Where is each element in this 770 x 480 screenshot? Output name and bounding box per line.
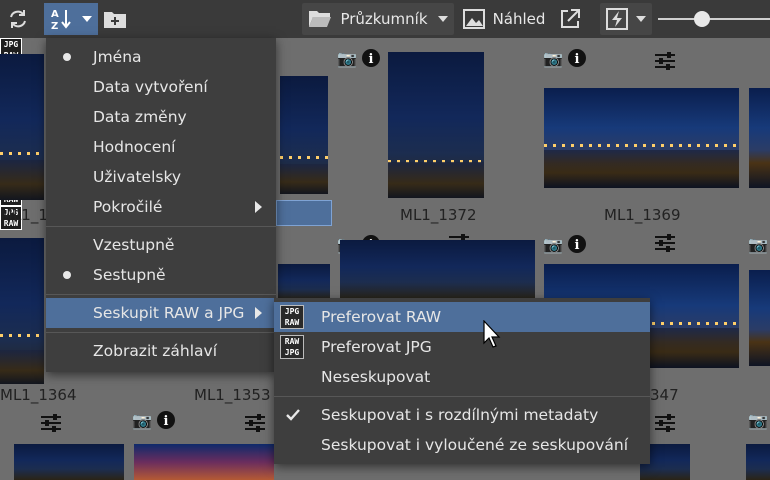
thumbnail-caption: 347 [650, 386, 679, 404]
folder-open-icon [309, 11, 332, 27]
sort-by-rating[interactable]: Hodnocení [46, 132, 276, 162]
adjustments-icon [245, 414, 265, 432]
thumbnail-caption: ML1_1353 [194, 386, 271, 404]
adjustments-icon [655, 414, 675, 432]
raw-jpg-badge-icon: RAW JPG [280, 335, 304, 359]
thumbnail-overlay-icons: 📷 [748, 406, 768, 434]
chevron-right-icon [255, 307, 262, 319]
svg-text:i: i [368, 52, 373, 67]
menu-separator [46, 294, 276, 295]
thumbnail-image[interactable] [340, 240, 535, 300]
jpg-raw-badge-icon: JPG RAW [280, 305, 304, 329]
thumbnail-image[interactable] [0, 238, 44, 384]
thumbnail-overlay-icons: 📷 i [543, 230, 587, 258]
info-icon: i [361, 49, 380, 67]
new-folder-icon [104, 12, 126, 28]
refresh-button[interactable] [2, 3, 34, 35]
camera-icon: 📷 [748, 234, 768, 254]
zoom-slider-track[interactable] [658, 18, 770, 20]
camera-icon: 📷 [543, 234, 563, 254]
preview-button[interactable]: Náhled [458, 3, 550, 35]
thumbnail-image[interactable] [544, 88, 739, 188]
quick-fix-button[interactable] [600, 3, 652, 35]
group-excluded-item[interactable]: Seskupovat i vyloučené ze seskupování [274, 430, 650, 460]
explorer-label: Průzkumník [340, 10, 428, 28]
camera-icon: 📷 [337, 48, 357, 68]
svg-text:Z: Z [51, 21, 58, 31]
prefer-raw-item[interactable]: JPG RAW Preferovat RAW [274, 302, 650, 332]
refresh-icon [10, 10, 26, 28]
thumbnail-caption: ML1_1369 [604, 206, 681, 224]
show-headers-item[interactable]: Zobrazit záhlaví [46, 336, 276, 366]
open-external-button[interactable] [554, 3, 586, 35]
mouse-cursor-icon [483, 320, 501, 348]
selection-highlight [276, 200, 332, 226]
group-raw-jpg-item[interactable]: Seskupit RAW a JPG [46, 298, 276, 328]
preview-label: Náhled [492, 10, 546, 28]
selected-dot-icon [63, 271, 71, 279]
chevron-down-icon [82, 16, 92, 22]
sort-ascending[interactable]: Vzestupně [46, 230, 276, 260]
camera-icon: 📷 [132, 410, 152, 430]
adjustments-icon [655, 234, 675, 252]
thumbnail-image[interactable] [746, 444, 770, 480]
adjustments-icon [655, 52, 675, 70]
thumbnail-image[interactable] [0, 54, 44, 200]
thumbnail-image[interactable] [278, 264, 330, 300]
lightning-icon [606, 8, 628, 30]
info-icon: i [567, 235, 586, 253]
thumbnail-image[interactable] [388, 52, 484, 198]
sort-az-icon: A Z [51, 9, 71, 31]
sort-by-created[interactable]: Data vytvoření [46, 72, 276, 102]
chevron-down-icon [437, 16, 448, 22]
thumbnail-overlay-icons: 📷 i [337, 44, 381, 72]
menu-separator [46, 226, 276, 227]
thumbnail-caption: ML1_1364 [0, 386, 77, 404]
group-different-metadata-item[interactable]: Seskupovat i s rozdílnými metadaty [274, 400, 650, 430]
check-icon [286, 409, 300, 421]
thumbnail-caption: ML1_1372 [400, 206, 477, 224]
info-icon: i [156, 411, 175, 429]
camera-icon: 📷 [748, 410, 768, 430]
chevron-down-icon [636, 16, 646, 22]
adjustments-icon [41, 414, 61, 432]
thumbnail-overlay-icons: 📷 i [543, 44, 587, 72]
sort-menu: Jména Data vytvoření Data změny Hodnocen… [46, 38, 276, 372]
toolbar: A Z Průzkumník Náhled [0, 0, 770, 38]
thumbnail-image[interactable] [14, 444, 124, 480]
thumbnail-image[interactable] [280, 76, 328, 194]
camera-icon: 📷 [543, 48, 563, 68]
explorer-button[interactable]: Průzkumník [302, 3, 454, 35]
sort-advanced[interactable]: Pokročilé [46, 192, 276, 222]
svg-text:i: i [574, 238, 579, 253]
thumbnail-image[interactable] [749, 270, 770, 366]
prefer-jpg-item[interactable]: RAW JPG Preferovat JPG [274, 332, 650, 362]
thumbnail-overlay-icons: 📷 [748, 230, 768, 258]
sort-button[interactable]: A Z [44, 3, 98, 35]
info-icon: i [567, 49, 586, 67]
thumbnail-image[interactable] [749, 88, 770, 188]
no-grouping-item[interactable]: Neseskupovat [274, 362, 650, 392]
svg-text:i: i [163, 414, 168, 429]
thumbnail-image[interactable] [134, 444, 274, 480]
chevron-right-icon [255, 201, 262, 213]
selected-dot-icon [63, 53, 71, 61]
new-folder-button[interactable] [100, 3, 130, 35]
external-link-icon [561, 9, 580, 28]
sort-by-name[interactable]: Jména [46, 42, 276, 72]
sort-custom[interactable]: Uživatelsky [46, 162, 276, 192]
group-raw-jpg-submenu: JPG RAW Preferovat RAW RAW JPG Preferovat … [274, 298, 650, 464]
svg-text:i: i [574, 52, 579, 67]
zoom-slider-thumb[interactable] [694, 11, 710, 27]
sort-descending[interactable]: Sestupně [46, 260, 276, 290]
thumbnail-overlay-icons: 📷 i [132, 406, 176, 434]
menu-separator [46, 332, 276, 333]
svg-text:A: A [51, 9, 59, 20]
menu-separator [274, 396, 650, 397]
sort-by-modified[interactable]: Data změny [46, 102, 276, 132]
image-icon [462, 9, 485, 29]
